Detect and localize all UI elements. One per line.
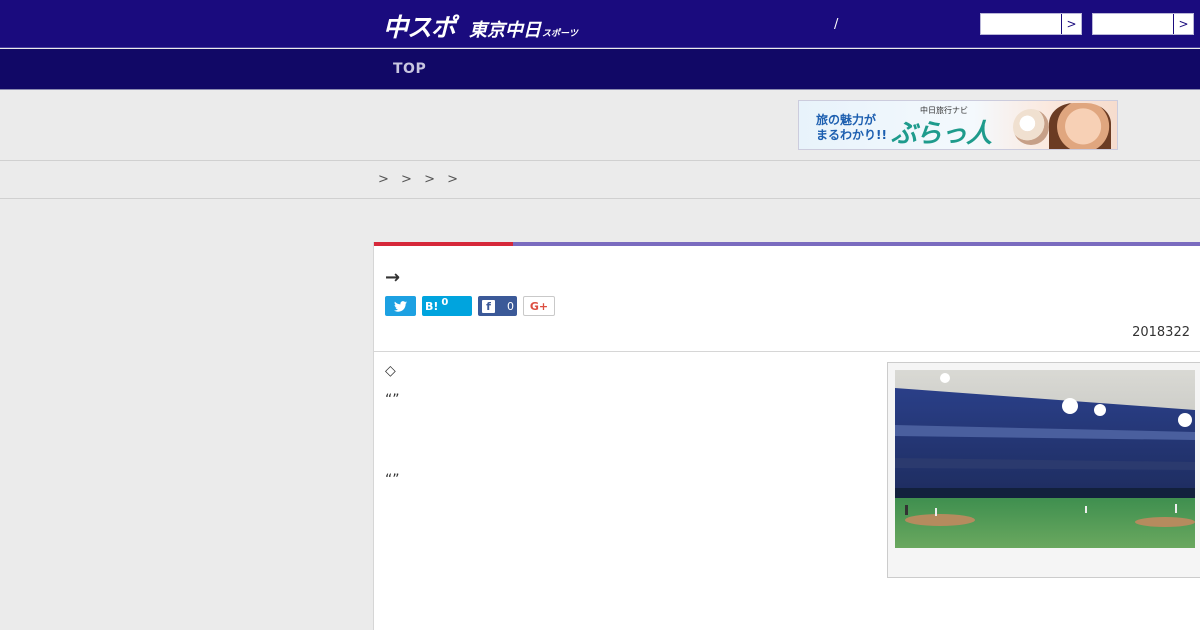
article-title: → — [385, 267, 401, 288]
breadcrumb-separator: > — [424, 172, 435, 187]
global-nav: TOP — [0, 49, 1200, 90]
twitter-share-button[interactable] — [385, 296, 416, 316]
nav-item-top[interactable]: TOP — [393, 61, 426, 77]
chevron-right-icon: > — [1061, 14, 1081, 34]
article-card: → B! 0 f 0 G+ 2018322 ◇ “” “” — [373, 242, 1200, 630]
breadcrumb-separator: > — [378, 172, 389, 187]
site-header: 中スポ 東京中日 スポーツ / > > — [0, 0, 1200, 48]
logo-small-text: スポーツ — [542, 29, 578, 39]
ad-person-image — [1049, 103, 1111, 149]
ad-shell-image — [1013, 109, 1049, 145]
google-plus-icon: G+ — [529, 299, 549, 313]
logo-main-text: 中スポ — [383, 13, 456, 42]
ad-banner[interactable]: 旅の魅力が まるわかり!! 中日旅行ナビ ぶらっ人 — [798, 100, 1118, 150]
breadcrumb-separator: > — [401, 172, 412, 187]
header-separator: / — [834, 17, 839, 32]
site-logo[interactable]: 中スポ 東京中日 スポーツ — [383, 8, 578, 42]
hatena-icon: B! — [425, 299, 439, 313]
breadcrumb-separator: > — [447, 172, 459, 187]
article-photo-frame — [887, 362, 1200, 578]
facebook-count: 0 — [507, 299, 514, 313]
article-body-line: ◇ — [385, 363, 396, 379]
header-button-1[interactable]: > — [980, 13, 1082, 35]
google-plus-share-button[interactable]: G+ — [523, 296, 555, 316]
breadcrumb: > > > > — [378, 172, 466, 187]
logo-sub-text: 東京中日 — [469, 20, 542, 41]
header-divider — [374, 351, 1200, 352]
ad-brand-text: ぶらっ人 — [891, 119, 992, 149]
chevron-right-icon: > — [1173, 14, 1193, 34]
breadcrumb-bar: > > > > — [0, 160, 1200, 199]
facebook-icon: f — [482, 299, 495, 313]
article-body-line: “” — [385, 472, 400, 488]
article-photo[interactable] — [895, 370, 1195, 548]
twitter-icon — [394, 300, 407, 312]
article-date: 2018322 — [1132, 325, 1190, 340]
hatena-bookmark-button[interactable]: B! 0 — [422, 296, 472, 316]
card-accent-line-red — [374, 242, 513, 246]
ad-line-2: まるわかり!! — [816, 128, 887, 142]
header-button-2[interactable]: > — [1092, 13, 1194, 35]
hatena-count: 0 — [441, 296, 449, 308]
facebook-share-button[interactable]: f 0 — [478, 296, 517, 316]
article-body-line: “” — [385, 392, 400, 408]
